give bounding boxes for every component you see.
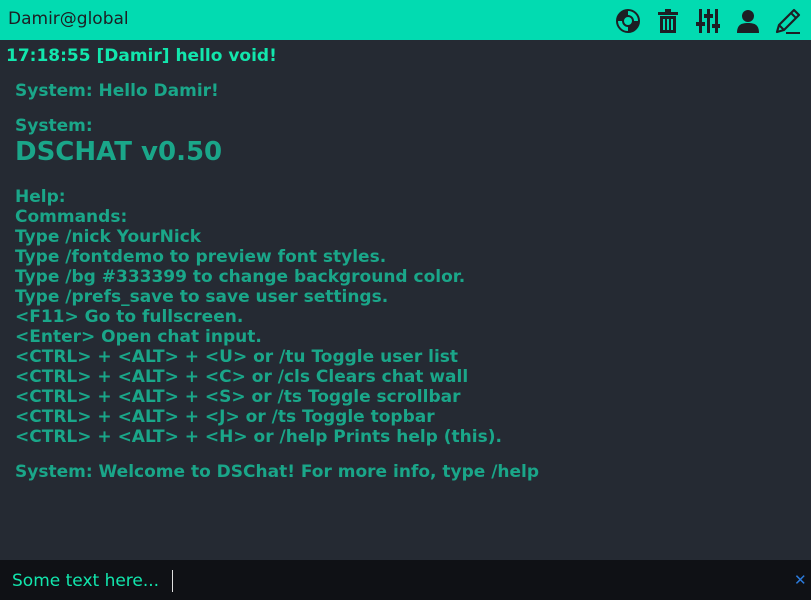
sliders-icon[interactable] (694, 7, 722, 35)
close-icon[interactable]: ✕ (794, 572, 808, 588)
topbar: Damir@global (0, 0, 811, 40)
help-line: Type /nick YourNick (15, 227, 202, 247)
help-line: <Enter> Open chat input. (15, 327, 262, 347)
help-list: Help: Commands: Type /nick YourNick Type… (15, 187, 502, 447)
help-line: <CTRL> + <ALT> + <C> or /cls Clears chat… (15, 367, 469, 387)
help-line: <CTRL> + <ALT> + <S> or /ts Toggle scrol… (15, 387, 461, 407)
lifebuoy-icon[interactable] (614, 7, 642, 35)
help-line: <CTRL> + <ALT> + <H> or /help Prints hel… (15, 427, 502, 447)
version-title: DSCHAT v0.50 (15, 137, 223, 167)
text-caret (172, 570, 173, 592)
system-label: System: (15, 116, 93, 136)
chat-input[interactable] (12, 570, 782, 592)
user-label: Damir@global (8, 9, 129, 29)
help-line: <CTRL> + <ALT> + <U> or /tu Toggle user … (15, 347, 459, 367)
trash-icon[interactable] (654, 7, 682, 35)
help-line: Help: (15, 187, 66, 207)
help-line: Type /prefs_save to save user settings. (15, 287, 389, 307)
system-hello-message: System: Hello Damir! (15, 81, 219, 101)
help-line: Type /fontdemo to preview font styles. (15, 247, 387, 267)
user-message: 17:18:55 [Damir] hello void! (6, 46, 277, 66)
pencil-icon[interactable] (774, 7, 802, 35)
chat-input-bar (0, 560, 811, 600)
help-line: <CTRL> + <ALT> + <J> or /ts Toggle topba… (15, 407, 435, 427)
user-icon[interactable] (734, 7, 762, 35)
topbar-icons (614, 7, 802, 35)
chat-wall[interactable]: 17:18:55 [Damir] hello void! System: Hel… (0, 40, 811, 560)
help-line: Type /bg #333399 to change background co… (15, 267, 466, 287)
help-line: Commands: (15, 207, 128, 227)
help-line: <F11> Go to fullscreen. (15, 307, 244, 327)
system-welcome-message: System: Welcome to DSChat! For more info… (15, 462, 540, 482)
